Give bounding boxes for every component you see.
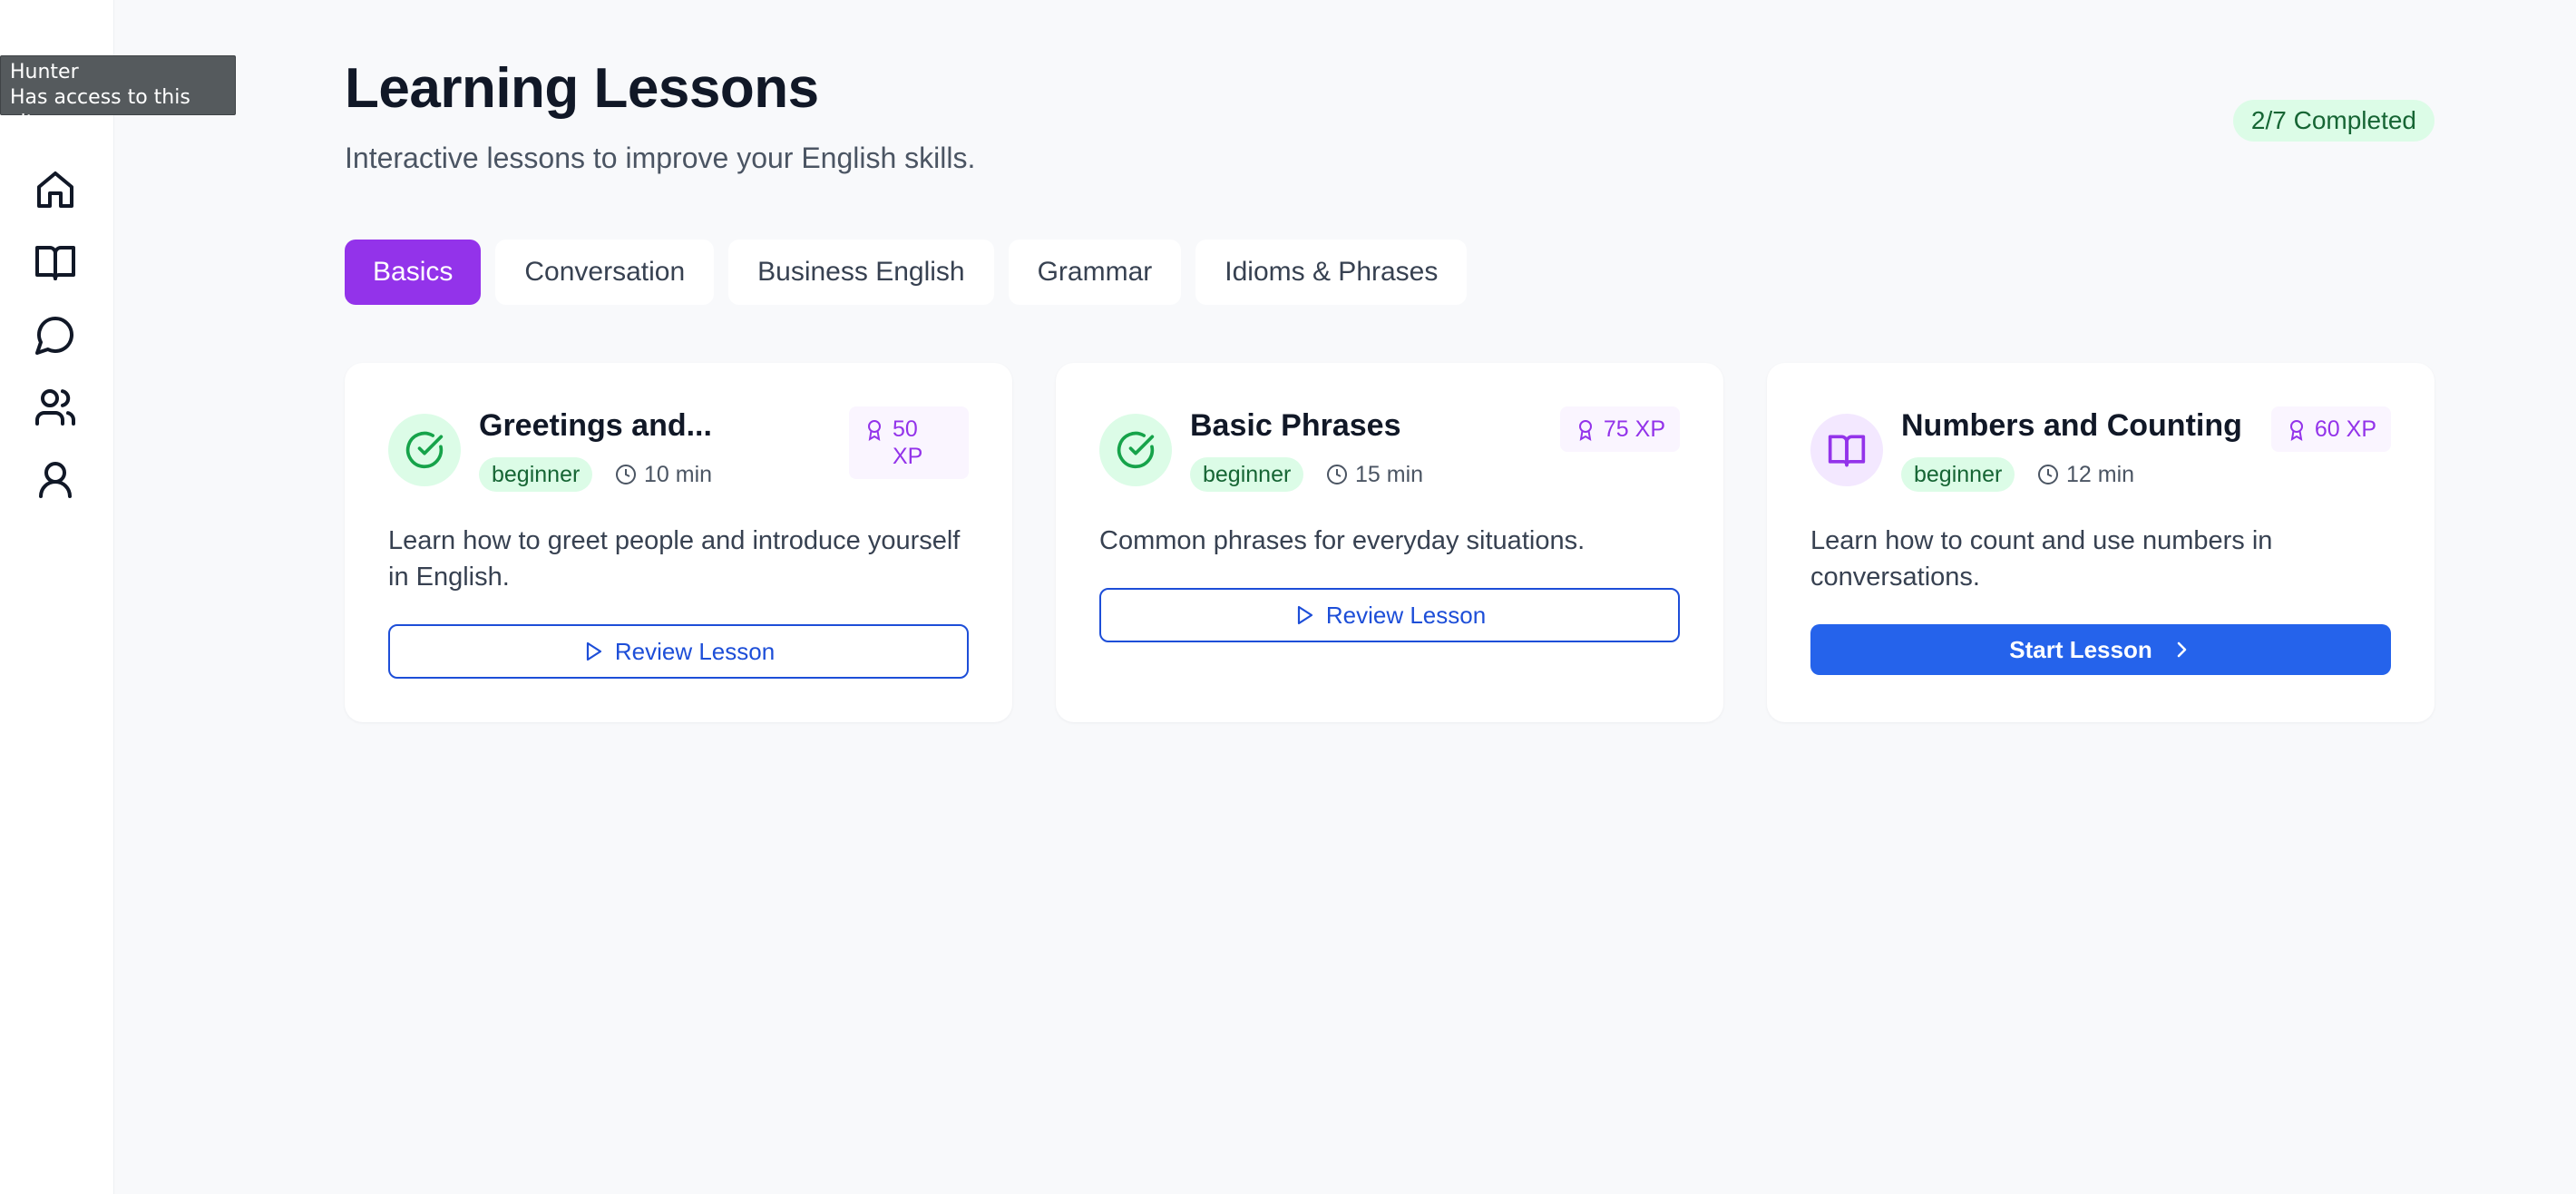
award-icon	[1578, 420, 1592, 441]
review-lesson-button[interactable]: Review Lesson	[388, 624, 969, 679]
duration-text: 10 min	[644, 461, 713, 487]
nav-message-circle-icon[interactable]	[30, 309, 81, 360]
category-tabs: Basics Conversation Business English Gra…	[345, 240, 1468, 305]
clock-icon	[1327, 465, 1347, 484]
award-icon	[868, 420, 881, 441]
nav-book-icon[interactable]	[30, 237, 81, 288]
button-label: Review Lesson	[614, 637, 776, 665]
level-badge: beginner	[1901, 457, 2015, 492]
tooltip-access: Has access to this site	[10, 86, 190, 134]
nav-home-icon[interactable]	[30, 164, 81, 215]
xp-value: 50 XP	[893, 416, 923, 469]
play-icon	[1297, 605, 1312, 625]
lesson-title: Basic Phrases	[1190, 408, 1401, 443]
xp-badge: 60 XP	[2270, 406, 2391, 452]
button-label: Review Lesson	[1325, 601, 1487, 629]
lesson-card: Basic Phrases 75 XP beginner 15 min Comm…	[1056, 363, 1723, 722]
tab-conversation[interactable]: Conversation	[495, 240, 715, 305]
sidebar	[0, 0, 114, 1194]
lesson-description: Common phrases for everyday situations.	[1099, 526, 1586, 555]
play-icon	[586, 641, 601, 661]
tab-business-english[interactable]: Business English	[728, 240, 994, 305]
level-badge: beginner	[479, 457, 593, 492]
duration-text: 15 min	[1355, 461, 1424, 487]
progress-badge: 2/7 Completed	[2232, 100, 2435, 142]
lesson-cards: Greetings and... 50 XP beginner 10 min L…	[345, 363, 2435, 722]
page-title: Learning Lessons	[345, 57, 819, 120]
lesson-duration: 15 min	[1326, 457, 1423, 492]
lesson-title: Greetings and...	[479, 408, 712, 443]
nav-user-icon[interactable]	[30, 455, 81, 505]
account-tooltip: Hunter Has access to this site	[0, 55, 236, 134]
chevron-right-icon	[2177, 641, 2187, 658]
lesson-duration: 10 min	[615, 457, 712, 492]
start-lesson-button[interactable]: Start Lesson	[1810, 624, 2391, 675]
tab-grammar[interactable]: Grammar	[1008, 240, 1182, 305]
tab-basics[interactable]: Basics	[345, 240, 482, 305]
duration-text: 12 min	[2066, 461, 2135, 487]
clock-icon	[2038, 465, 2058, 484]
lesson-card: Greetings and... 50 XP beginner 10 min L…	[345, 363, 1012, 722]
lesson-title: Numbers and Counting	[1901, 408, 2242, 443]
check-circle-icon	[388, 414, 461, 486]
book-open-icon	[1810, 414, 1883, 486]
review-lesson-button[interactable]: Review Lesson	[1099, 588, 1680, 642]
xp-badge: 75 XP	[1559, 406, 1680, 452]
nav-users-icon[interactable]	[30, 382, 81, 433]
xp-value: 75 XP	[1603, 416, 1665, 442]
check-circle-icon	[1099, 414, 1172, 486]
lesson-duration: 12 min	[2037, 457, 2134, 492]
page-subtitle: Interactive lessons to improve your Engl…	[345, 142, 976, 174]
clock-icon	[616, 465, 636, 484]
xp-badge: 50 XP	[849, 406, 969, 479]
lesson-description: Learn how to greet people and introduce …	[388, 526, 961, 592]
lesson-card: Numbers and Counting 60 XP beginner 12 m…	[1767, 363, 2435, 722]
award-icon	[2289, 420, 2303, 441]
level-badge: beginner	[1190, 457, 1304, 492]
xp-value: 60 XP	[2314, 416, 2376, 442]
tooltip-name: Hunter	[10, 61, 79, 83]
tab-idioms-phrases[interactable]: Idioms & Phrases	[1195, 240, 1468, 305]
button-label: Start Lesson	[2009, 635, 2152, 663]
lesson-description: Learn how to count and use numbers in co…	[1810, 526, 2273, 592]
